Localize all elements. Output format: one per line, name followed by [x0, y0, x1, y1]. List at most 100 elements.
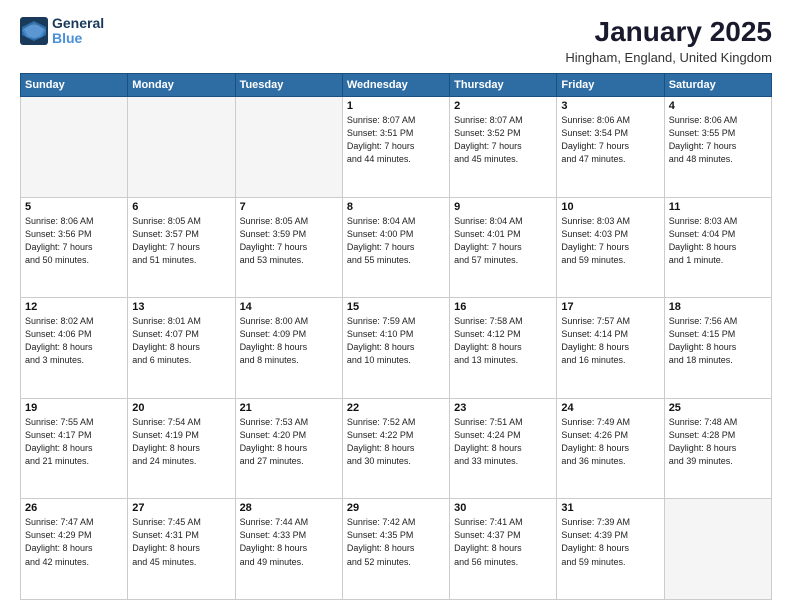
header-monday: Monday	[128, 74, 235, 97]
table-row: 5 Sunrise: 8:06 AMSunset: 3:56 PMDaylight…	[21, 197, 128, 298]
table-row: 28 Sunrise: 7:44 AMSunset: 4:33 PMDayligh…	[235, 499, 342, 600]
calendar-week-row: 12 Sunrise: 8:02 AMSunset: 4:06 PMDayligh…	[21, 298, 772, 399]
day-number: 3	[561, 100, 659, 112]
table-row: 22 Sunrise: 7:52 AMSunset: 4:22 PMDayligh…	[342, 398, 449, 499]
day-info: Sunrise: 8:02 AMSunset: 4:06 PMDaylight:…	[25, 315, 123, 367]
month-title: January 2025	[565, 16, 772, 48]
table-row	[664, 499, 771, 600]
day-info: Sunrise: 8:04 AMSunset: 4:00 PMDaylight:…	[347, 215, 445, 267]
table-row	[21, 97, 128, 198]
logo-icon	[20, 17, 48, 45]
table-row: 24 Sunrise: 7:49 AMSunset: 4:26 PMDayligh…	[557, 398, 664, 499]
table-row: 21 Sunrise: 7:53 AMSunset: 4:20 PMDayligh…	[235, 398, 342, 499]
day-number: 18	[669, 301, 767, 313]
location: Hingham, England, United Kingdom	[565, 50, 772, 65]
day-number: 20	[132, 402, 230, 414]
day-number: 14	[240, 301, 338, 313]
table-row: 2Sunrise: 8:07 AMSunset: 3:52 PMDaylight…	[450, 97, 557, 198]
table-row: 13Sunrise: 8:01 AMSunset: 4:07 PMDayligh…	[128, 298, 235, 399]
day-number: 6	[132, 201, 230, 213]
day-info: Sunrise: 8:07 AMSunset: 3:51 PMDaylight:…	[347, 114, 445, 166]
day-info: Sunrise: 7:52 AMSunset: 4:22 PMDaylight:…	[347, 416, 445, 468]
table-row: 15Sunrise: 7:59 AMSunset: 4:10 PMDayligh…	[342, 298, 449, 399]
table-row: 20 Sunrise: 7:54 AMSunset: 4:19 PMDayligh…	[128, 398, 235, 499]
table-row: 26Sunrise: 7:47 AMSunset: 4:29 PMDayligh…	[21, 499, 128, 600]
day-info: Sunrise: 7:57 AMSunset: 4:14 PMDaylight:…	[561, 315, 659, 367]
day-number: 21	[240, 402, 338, 414]
table-row: 31Sunrise: 7:39 AMSunset: 4:39 PMDayligh…	[557, 499, 664, 600]
day-info: Sunrise: 7:55 AMSunset: 4:17 PMDaylight:…	[25, 416, 123, 468]
calendar-week-row: 19 Sunrise: 7:55 AMSunset: 4:17 PMDayligh…	[21, 398, 772, 499]
day-info: Sunrise: 7:47 AMSunset: 4:29 PMDaylight:…	[25, 516, 123, 568]
day-info: Sunrise: 8:06 AMSunset: 3:55 PMDaylight:…	[669, 114, 767, 166]
day-number: 16	[454, 301, 552, 313]
table-row: 7 Sunrise: 8:05 AMSunset: 3:59 PMDaylight…	[235, 197, 342, 298]
day-number: 28	[240, 502, 338, 514]
day-number: 30	[454, 502, 552, 514]
day-info: Sunrise: 7:49 AMSunset: 4:26 PMDaylight:…	[561, 416, 659, 468]
header-sunday: Sunday	[21, 74, 128, 97]
table-row: 3 Sunrise: 8:06 AMSunset: 3:54 PMDaylight…	[557, 97, 664, 198]
day-number: 25	[669, 402, 767, 414]
day-number: 11	[669, 201, 767, 213]
table-row	[128, 97, 235, 198]
day-info: Sunrise: 7:42 AMSunset: 4:35 PMDaylight:…	[347, 516, 445, 568]
header-thursday: Thursday	[450, 74, 557, 97]
table-row: 8 Sunrise: 8:04 AMSunset: 4:00 PMDaylight…	[342, 197, 449, 298]
header-tuesday: Tuesday	[235, 74, 342, 97]
day-number: 29	[347, 502, 445, 514]
day-info: Sunrise: 8:03 AMSunset: 4:04 PMDaylight:…	[669, 215, 767, 267]
day-info: Sunrise: 8:05 AMSunset: 3:57 PMDaylight:…	[132, 215, 230, 267]
day-number: 12	[25, 301, 123, 313]
day-info: Sunrise: 8:03 AMSunset: 4:03 PMDaylight:…	[561, 215, 659, 267]
calendar-week-row: 5 Sunrise: 8:06 AMSunset: 3:56 PMDaylight…	[21, 197, 772, 298]
table-row: 4 Sunrise: 8:06 AMSunset: 3:55 PMDaylight…	[664, 97, 771, 198]
table-row: 27 Sunrise: 7:45 AMSunset: 4:31 PMDayligh…	[128, 499, 235, 600]
day-number: 19	[25, 402, 123, 414]
calendar-week-row: 26Sunrise: 7:47 AMSunset: 4:29 PMDayligh…	[21, 499, 772, 600]
day-info: Sunrise: 7:39 AMSunset: 4:39 PMDaylight:…	[561, 516, 659, 568]
day-info: Sunrise: 8:06 AMSunset: 3:56 PMDaylight:…	[25, 215, 123, 267]
logo-text: General Blue	[52, 16, 104, 47]
table-row: 6 Sunrise: 8:05 AMSunset: 3:57 PMDaylight…	[128, 197, 235, 298]
table-row: 23 Sunrise: 7:51 AMSunset: 4:24 PMDayligh…	[450, 398, 557, 499]
day-info: Sunrise: 7:53 AMSunset: 4:20 PMDaylight:…	[240, 416, 338, 468]
day-info: Sunrise: 8:04 AMSunset: 4:01 PMDaylight:…	[454, 215, 552, 267]
table-row: 25 Sunrise: 7:48 AMSunset: 4:28 PMDayligh…	[664, 398, 771, 499]
day-number: 7	[240, 201, 338, 213]
day-info: Sunrise: 8:00 AMSunset: 4:09 PMDaylight:…	[240, 315, 338, 367]
day-number: 2	[454, 100, 552, 112]
day-info: Sunrise: 7:44 AMSunset: 4:33 PMDaylight:…	[240, 516, 338, 568]
day-info: Sunrise: 7:54 AMSunset: 4:19 PMDaylight:…	[132, 416, 230, 468]
day-number: 24	[561, 402, 659, 414]
day-info: Sunrise: 8:01 AMSunset: 4:07 PMDaylight:…	[132, 315, 230, 367]
table-row: 11 Sunrise: 8:03 AMSunset: 4:04 PMDayligh…	[664, 197, 771, 298]
day-number: 23	[454, 402, 552, 414]
header-saturday: Saturday	[664, 74, 771, 97]
day-number: 5	[25, 201, 123, 213]
day-number: 8	[347, 201, 445, 213]
table-row: 12 Sunrise: 8:02 AMSunset: 4:06 PMDayligh…	[21, 298, 128, 399]
day-number: 9	[454, 201, 552, 213]
table-row: 14 Sunrise: 8:00 AMSunset: 4:09 PMDayligh…	[235, 298, 342, 399]
table-row: 30Sunrise: 7:41 AMSunset: 4:37 PMDayligh…	[450, 499, 557, 600]
day-number: 4	[669, 100, 767, 112]
day-info: Sunrise: 8:05 AMSunset: 3:59 PMDaylight:…	[240, 215, 338, 267]
day-info: Sunrise: 7:56 AMSunset: 4:15 PMDaylight:…	[669, 315, 767, 367]
table-row: 17 Sunrise: 7:57 AMSunset: 4:14 PMDayligh…	[557, 298, 664, 399]
table-row: 1Sunrise: 8:07 AMSunset: 3:51 PMDaylight…	[342, 97, 449, 198]
day-number: 22	[347, 402, 445, 414]
calendar-week-row: 1Sunrise: 8:07 AMSunset: 3:51 PMDaylight…	[21, 97, 772, 198]
logo: General Blue	[20, 16, 104, 47]
day-info: Sunrise: 7:59 AMSunset: 4:10 PMDaylight:…	[347, 315, 445, 367]
header-friday: Friday	[557, 74, 664, 97]
day-number: 17	[561, 301, 659, 313]
day-number: 27	[132, 502, 230, 514]
table-row: 9 Sunrise: 8:04 AMSunset: 4:01 PMDaylight…	[450, 197, 557, 298]
day-info: Sunrise: 8:06 AMSunset: 3:54 PMDaylight:…	[561, 114, 659, 166]
header: General Blue January 2025 Hingham, Engla…	[20, 16, 772, 65]
day-info: Sunrise: 7:48 AMSunset: 4:28 PMDaylight:…	[669, 416, 767, 468]
title-block: January 2025 Hingham, England, United Ki…	[565, 16, 772, 65]
day-info: Sunrise: 7:45 AMSunset: 4:31 PMDaylight:…	[132, 516, 230, 568]
day-info: Sunrise: 7:51 AMSunset: 4:24 PMDaylight:…	[454, 416, 552, 468]
